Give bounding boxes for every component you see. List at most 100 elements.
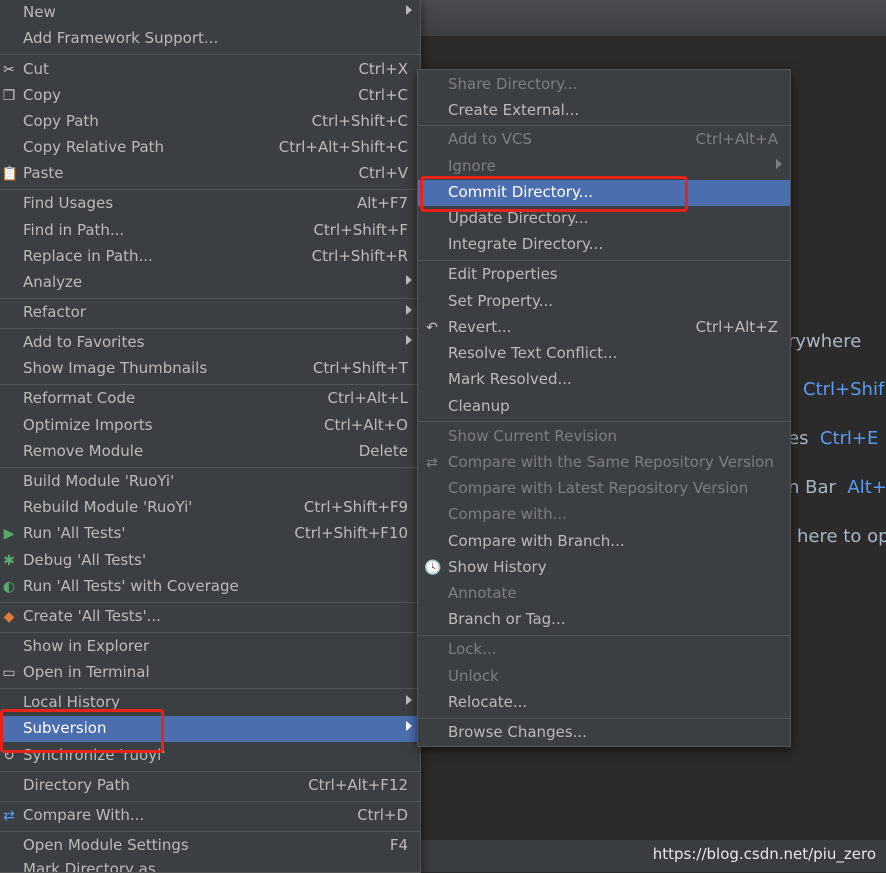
submenu-item-integrate-directory[interactable]: Integrate Directory... [418,232,790,258]
menu-item-run-with-coverage[interactable]: ◐ Run 'All Tests' with Coverage [0,574,420,600]
editor-hint-search-everywhere: rywhere [788,331,862,352]
paste-icon: 📋 [1,166,19,182]
menu-separator [0,54,420,55]
menu-separator [418,635,790,636]
menu-item-directory-path[interactable]: Directory Path Ctrl+Alt+F12 [0,773,420,799]
menu-item-build-module[interactable]: Build Module 'RuoYi' [0,469,420,495]
menu-item-cut[interactable]: ✂ Cut Ctrl+X [0,57,420,83]
submenu-item-compare-latest-repo-version[interactable]: Compare with Latest Repository Version [418,476,790,502]
submenu-item-relocate[interactable]: Relocate... [418,690,790,716]
menu-separator [0,801,420,802]
menu-separator [0,298,420,299]
submenu-item-branch-or-tag[interactable]: Branch or Tag... [418,607,790,633]
menu-item-reformat-code[interactable]: Reformat Code Ctrl+Alt+L [0,386,420,412]
menu-separator [0,831,420,832]
menu-item-new[interactable]: New [0,0,420,26]
submenu-arrow-icon [406,335,412,345]
menu-item-add-framework-support[interactable]: Add Framework Support... [0,26,420,52]
editor-hint-key: Ctrl+E [819,428,879,449]
editor-hint-recent-files: es Ctrl+E [788,428,879,449]
submenu-item-compare-same-repo-version[interactable]: ⇄ Compare with the Same Repository Versio… [418,450,790,476]
submenu-item-compare-with-branch[interactable]: Compare with Branch... [418,529,790,555]
submenu-item-edit-properties[interactable]: Edit Properties [418,262,790,288]
submenu-arrow-icon [406,721,412,731]
submenu-item-cleanup[interactable]: Cleanup [418,394,790,420]
menu-separator [418,421,790,422]
menu-item-optimize-imports[interactable]: Optimize Imports Ctrl+Alt+O [0,413,420,439]
menu-separator [0,602,420,603]
submenu-arrow-icon [406,695,412,705]
editor-hint-key: Alt+ [847,477,886,498]
menu-item-copy-relative-path[interactable]: Copy Relative Path Ctrl+Alt+Shift+C [0,135,420,161]
menu-item-mark-directory-as[interactable]: Mark Directory as [0,857,420,872]
menu-separator [0,632,420,633]
scissors-icon: ✂ [3,62,15,78]
menu-item-open-module-settings[interactable]: Open Module Settings F4 [0,833,420,859]
menu-separator [418,125,790,126]
highlight-box-commit-directory [420,176,688,212]
submenu-item-share-directory[interactable]: Share Directory... [418,72,790,98]
menu-item-rebuild-module[interactable]: Rebuild Module 'RuoYi' Ctrl+Shift+F9 [0,495,420,521]
revert-icon: ↶ [426,320,438,336]
menu-item-analyze[interactable]: Analyze [0,270,420,296]
submenu-item-revert[interactable]: ↶ Revert... Ctrl+Alt+Z [418,315,790,341]
menu-item-copy[interactable]: ❐ Copy Ctrl+C [0,83,420,109]
submenu-arrow-icon [406,275,412,285]
compare-arrows-icon: ⇄ [426,455,438,471]
menu-item-show-image-thumbnails[interactable]: Show Image Thumbnails Ctrl+Shift+T [0,356,420,382]
submenu-item-create-external[interactable]: Create External... [418,98,790,124]
menu-item-find-in-path[interactable]: Find in Path... Ctrl+Shift+F [0,218,420,244]
menu-separator [0,328,420,329]
submenu-item-lock[interactable]: Lock... [418,637,790,663]
run-icon: ▶ [3,526,15,542]
menu-item-replace-in-path[interactable]: Replace in Path... Ctrl+Shift+R [0,244,420,270]
submenu-item-annotate[interactable]: Annotate [418,581,790,607]
menu-separator [0,771,420,772]
terminal-icon: ▭ [2,665,16,681]
submenu-item-show-current-revision[interactable]: Show Current Revision [418,424,790,450]
menu-separator [418,718,790,719]
submenu-item-set-property[interactable]: Set Property... [418,289,790,315]
menu-item-add-to-favorites[interactable]: Add to Favorites [0,330,420,356]
compare-icon: ⇄ [3,808,15,824]
submenu-item-mark-resolved[interactable]: Mark Resolved... [418,367,790,393]
menu-item-refactor[interactable]: Refactor [0,300,420,326]
editor-hint-navigation-bar: n Bar Alt+ [788,477,886,498]
menu-item-create-all-tests[interactable]: ◆ Create 'All Tests'... [0,604,420,630]
menu-item-copy-path[interactable]: Copy Path Ctrl+Shift+C [0,109,420,135]
submenu-item-add-to-vcs[interactable]: Add to VCS Ctrl+Alt+A [418,127,790,153]
coverage-icon: ◐ [2,579,16,595]
menu-item-show-in-explorer[interactable]: Show in Explorer [0,634,420,660]
submenu-item-unlock[interactable]: Unlock [418,664,790,690]
editor-tab-bar [420,0,886,36]
menu-separator [0,467,420,468]
watermark: https://blog.csdn.net/piu_zero [652,845,876,863]
highlight-box-subversion [0,709,164,753]
editor-hint-drop-files: here to op [797,526,886,547]
menu-separator [0,384,420,385]
menu-separator [0,189,420,190]
submenu-item-compare-with[interactable]: Compare with... [418,502,790,528]
menu-item-compare-with[interactable]: ⇄ Compare With... Ctrl+D [0,803,420,829]
submenu-item-show-history[interactable]: 🕓 Show History [418,555,790,581]
debug-icon: ✱ [3,553,15,569]
menu-item-find-usages[interactable]: Find Usages Alt+F7 [0,191,420,217]
submenu-arrow-icon [406,5,412,15]
menu-separator [0,688,420,689]
menu-item-run-all-tests[interactable]: ▶ Run 'All Tests' Ctrl+Shift+F10 [0,521,420,547]
copy-icon: ❐ [2,88,16,104]
menu-separator [418,260,790,261]
subversion-submenu: Share Directory... Create External... Ad… [417,69,791,747]
editor-hint-go-to-file: Ctrl+Shif [803,379,884,400]
history-icon: 🕓 [424,560,442,576]
submenu-item-browse-changes[interactable]: Browse Changes... [418,720,790,746]
create-test-icon: ◆ [3,609,15,625]
submenu-arrow-icon [776,159,782,169]
submenu-item-resolve-text-conflict[interactable]: Resolve Text Conflict... [418,341,790,367]
menu-item-remove-module[interactable]: Remove Module Delete [0,439,420,465]
menu-item-open-in-terminal[interactable]: ▭ Open in Terminal [0,660,420,686]
menu-item-debug-all-tests[interactable]: ✱ Debug 'All Tests' [0,548,420,574]
editor-hint-key: Ctrl+Shif [803,379,885,400]
menu-item-paste[interactable]: 📋 Paste Ctrl+V [0,161,420,187]
submenu-arrow-icon [406,305,412,315]
